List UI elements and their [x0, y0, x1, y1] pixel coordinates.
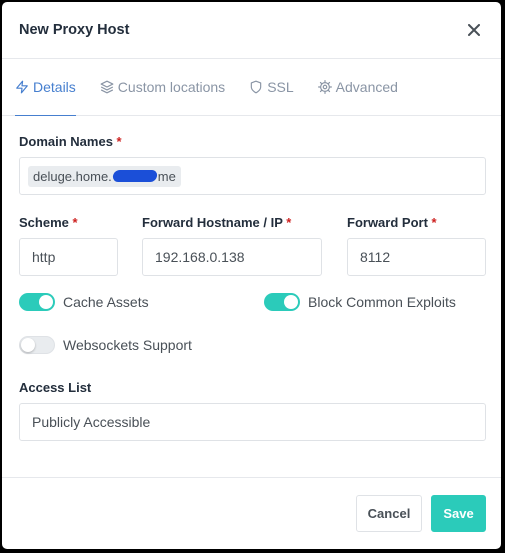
gear-icon [317, 79, 332, 94]
new-proxy-host-modal: New Proxy Host Details Custom locations … [2, 2, 501, 549]
modal-header: New Proxy Host [2, 2, 501, 59]
forward-host-label: Forward Hostname / IP * [142, 215, 292, 230]
block-exploits-toggle[interactable]: Block Common Exploits [264, 293, 456, 311]
close-icon [468, 24, 480, 36]
block-exploits-label: Block Common Exploits [308, 294, 456, 310]
toggle-row-2: Websockets Support [19, 336, 486, 354]
tab-label: SSL [267, 78, 294, 95]
layers-icon [100, 80, 114, 94]
domain-names-input[interactable]: deluge.home. me [19, 157, 486, 195]
tab-label: Details [33, 78, 76, 95]
forward-host-input[interactable]: 192.168.0.138 [142, 238, 322, 276]
tab-custom-locations[interactable]: Custom locations [100, 58, 225, 115]
cache-assets-label: Cache Assets [63, 294, 149, 310]
redaction-mark [111, 170, 158, 182]
websockets-label: Websockets Support [63, 337, 192, 353]
domain-names-group: Domain Names * deluge.home. me [19, 134, 486, 195]
access-list-group: Access List Publicly Accessible [19, 380, 486, 441]
domain-names-label: Domain Names * [19, 134, 122, 149]
websockets-toggle[interactable]: Websockets Support [19, 336, 192, 354]
scheme-label: Scheme * [19, 215, 78, 230]
modal-footer: Cancel Save [2, 477, 501, 549]
cancel-button[interactable]: Cancel [356, 495, 422, 532]
forward-row: Scheme * http Forward Hostname / IP * 19… [19, 215, 486, 276]
modal-title: New Proxy Host [19, 22, 130, 38]
access-list-select[interactable]: Publicly Accessible [19, 403, 486, 441]
forward-port-group: Forward Port * 8112 [347, 215, 486, 276]
forward-host-group: Forward Hostname / IP * 192.168.0.138 [142, 215, 322, 276]
shield-icon [249, 80, 263, 94]
domain-chip[interactable]: deluge.home. me [28, 165, 181, 187]
access-list-label: Access List [19, 380, 92, 395]
tab-ssl[interactable]: SSL [249, 58, 294, 115]
tab-advanced[interactable]: Advanced [317, 58, 398, 115]
save-button[interactable]: Save [431, 495, 486, 532]
cache-assets-switch[interactable] [19, 293, 55, 311]
scheme-group: Scheme * http [19, 215, 118, 276]
tab-label: Custom locations [117, 78, 226, 95]
block-exploits-switch[interactable] [264, 293, 300, 311]
close-button[interactable] [464, 20, 484, 40]
tab-label: Advanced [335, 78, 398, 95]
tab-bar: Details Custom locations SSL Advanced [2, 59, 501, 116]
zap-icon [15, 80, 29, 94]
forward-port-input[interactable]: 8112 [347, 238, 486, 276]
scheme-select[interactable]: http [19, 238, 118, 276]
cache-assets-toggle[interactable]: Cache Assets [19, 293, 264, 311]
forward-port-label: Forward Port * [347, 215, 437, 230]
form-body: Domain Names * deluge.home. me Scheme * h… [2, 134, 501, 441]
websockets-switch[interactable] [19, 336, 55, 354]
tab-details[interactable]: Details [15, 58, 76, 116]
toggle-row-1: Cache Assets Block Common Exploits [19, 293, 486, 311]
